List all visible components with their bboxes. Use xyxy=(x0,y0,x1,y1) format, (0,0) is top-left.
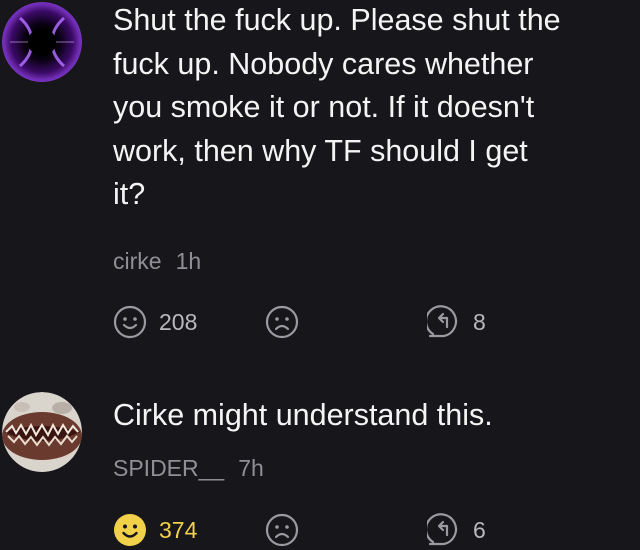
like-count: 208 xyxy=(159,308,198,335)
like-button[interactable]: 208 xyxy=(113,304,197,340)
comment-actions: 374 6 xyxy=(113,512,533,548)
comment-text-line: Shut the fuck up. Please shut the xyxy=(113,3,561,37)
purple-orb-avatar-icon xyxy=(2,2,82,82)
reply-count: 8 xyxy=(473,308,486,335)
timestamp: 7h xyxy=(238,455,264,481)
timestamp: 1h xyxy=(175,248,202,274)
comment-text-line: it? xyxy=(113,177,146,211)
reply-icon xyxy=(427,513,458,546)
comment-text: Cirke might understand this. xyxy=(113,394,640,438)
author-name[interactable]: SPIDER__ xyxy=(113,455,224,481)
reply-button[interactable]: 6 xyxy=(427,512,486,548)
author-name[interactable]: cirke xyxy=(113,248,162,274)
frown-icon xyxy=(265,513,299,547)
comment-text-line: you smoke it or not. If it doesn't xyxy=(113,90,535,124)
smile-icon xyxy=(113,305,147,339)
smile-filled-icon xyxy=(114,514,146,546)
frown-icon xyxy=(265,305,299,339)
comment-actions: 208 8 xyxy=(113,304,533,340)
avatar-spider[interactable] xyxy=(2,392,82,472)
creature-mouth-avatar-icon xyxy=(2,392,82,472)
reply-count: 6 xyxy=(473,516,486,543)
comment-text: Shut the fuck up. Please shut the fuck u… xyxy=(113,0,640,217)
reply-button[interactable]: 8 xyxy=(427,304,486,340)
like-count: 374 xyxy=(159,516,198,543)
comment-text-line: Cirke might understand this. xyxy=(113,398,493,432)
reply-icon xyxy=(427,305,458,338)
dislike-button[interactable] xyxy=(265,304,299,340)
like-button[interactable]: 374 xyxy=(113,512,197,548)
dislike-button[interactable] xyxy=(265,512,299,548)
comment-meta: SPIDER__ 7h xyxy=(113,455,264,482)
comment-text-line: work, then why TF should I get xyxy=(113,133,528,168)
comment-meta: cirke 1h xyxy=(113,248,201,275)
comment-text-line: fuck up. Nobody cares whether xyxy=(113,46,534,81)
avatar-cirke[interactable] xyxy=(2,2,82,82)
